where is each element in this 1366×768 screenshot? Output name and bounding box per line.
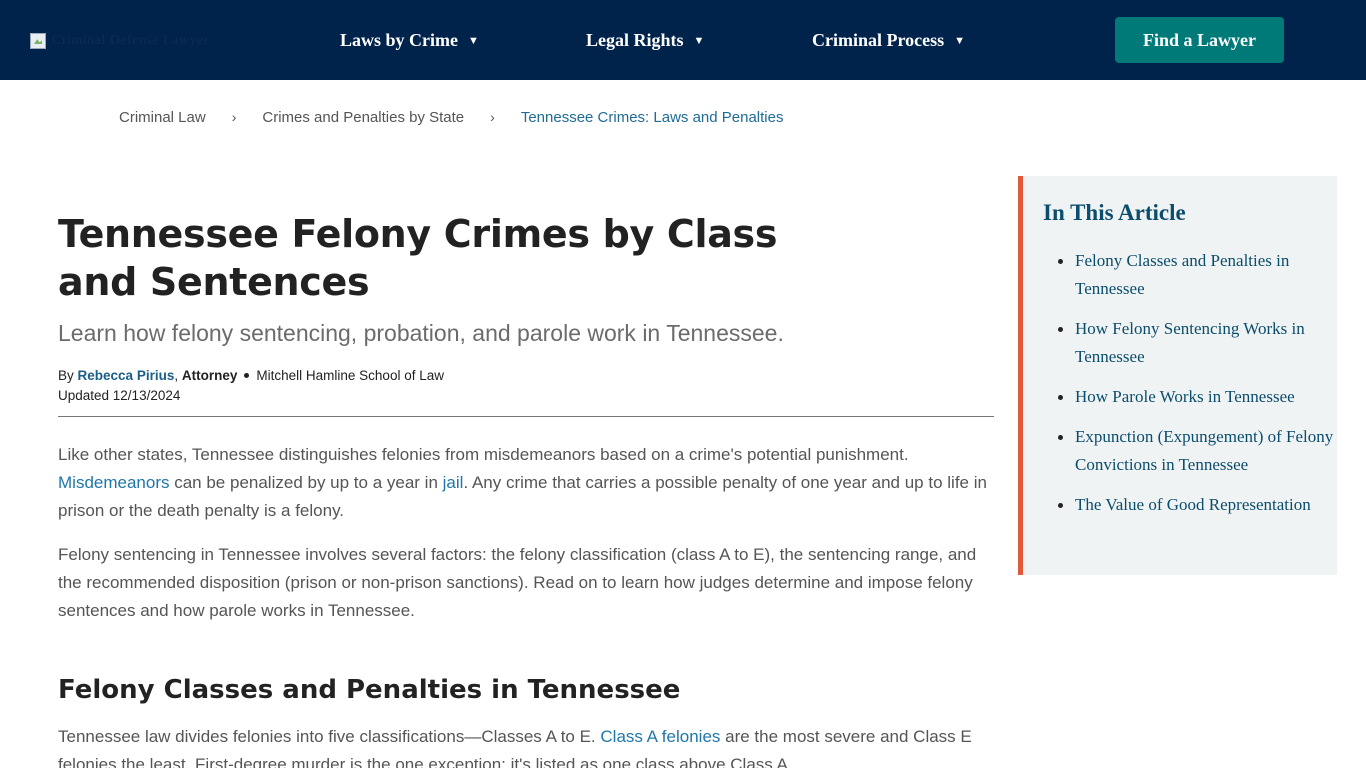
nav-label: Laws by Crime [340, 29, 458, 50]
byline-by: By [58, 368, 74, 383]
text: Like other states, Tennessee distinguish… [58, 445, 909, 464]
text: Tennessee law divides felonies into five… [58, 727, 601, 746]
breadcrumb-separator: › [490, 109, 495, 125]
toc-item-felony-classes[interactable]: Felony Classes and Penalties in Tennesse… [1058, 247, 1335, 303]
page-subtitle: Learn how felony sentencing, probation, … [58, 320, 784, 346]
author-role: Attorney [181, 368, 238, 383]
toc-item-representation[interactable]: The Value of Good Representation [1058, 491, 1335, 519]
toc-item-parole[interactable]: How Parole Works in Tennessee [1058, 383, 1335, 411]
toc-title: In This Article [1043, 200, 1186, 225]
sentencing-paragraph: Felony sentencing in Tennessee involves … [58, 545, 977, 620]
toc-item-expunction[interactable]: Expunction (Expungement) of Felony Convi… [1058, 423, 1335, 479]
caret-down-icon: ▼ [468, 35, 479, 47]
misdemeanors-link[interactable]: Misdemeanors [58, 473, 170, 492]
caret-down-icon: ▼ [693, 35, 705, 47]
breadcrumb-tennessee-crimes[interactable]: Tennessee Crimes: Laws and Penalties [521, 109, 784, 126]
nav-laws-by-crime[interactable]: Laws by Crime ▼ [340, 28, 479, 52]
section-heading-felony-classes: Felony Classes and Penalties in Tennesse… [58, 675, 681, 705]
nav-criminal-process[interactable]: Criminal Process ▼ [812, 28, 965, 52]
byline-divider [58, 416, 994, 417]
bullet-dot-icon [244, 373, 250, 379]
updated-date: Updated 12/13/2024 [58, 388, 181, 403]
breadcrumb-crimes-by-state[interactable]: Crimes and Penalties by State [262, 109, 464, 126]
logo-alt-text: Criminal Defense Lawyer [52, 33, 209, 48]
table-of-contents: In This Article Felony Classes and Penal… [1018, 176, 1337, 575]
byline-comma: , [174, 368, 179, 383]
author-link[interactable]: Rebecca Pirius [78, 368, 175, 383]
nav-legal-rights[interactable]: Legal Rights ▼ [586, 28, 704, 52]
breadcrumb-separator: › [231, 109, 237, 125]
intro-paragraph: Like other states, Tennessee distinguish… [58, 441, 994, 525]
toc-item-sentencing[interactable]: How Felony Sentencing Works in Tennessee [1058, 315, 1335, 371]
breadcrumb-criminal-law[interactable]: Criminal Law [119, 109, 206, 126]
broken-image-icon [30, 33, 46, 49]
text: can be penalized by up to a year in [169, 473, 443, 492]
top-navigation-bar: Criminal Defense Lawyer Laws by Crime ▼ … [0, 0, 1366, 80]
felony-classes-paragraph: Tennessee law divides felonies into five… [58, 723, 994, 768]
author-school: Mitchell Hamline School of Law [256, 368, 444, 383]
nav-label: Legal Rights [586, 29, 684, 50]
caret-down-icon: ▼ [954, 35, 966, 47]
toc-list: Felony Classes and Penalties in Tennesse… [1058, 247, 1335, 531]
breadcrumb: Criminal Law › Crimes and Penalties by S… [119, 106, 783, 128]
jail-link[interactable]: jail [443, 473, 464, 492]
page-title: Tennessee Felony Crimes by Class and Sen… [58, 212, 778, 304]
nav-label: Criminal Process [812, 29, 945, 50]
find-a-lawyer-button[interactable]: Find a Lawyer [1115, 17, 1284, 63]
class-a-felonies-link[interactable]: Class A felonies [600, 727, 720, 746]
site-logo[interactable]: Criminal Defense Lawyer [30, 32, 240, 50]
author-byline: By Rebecca Pirius, Attorney Mitchell Haml… [58, 366, 444, 386]
